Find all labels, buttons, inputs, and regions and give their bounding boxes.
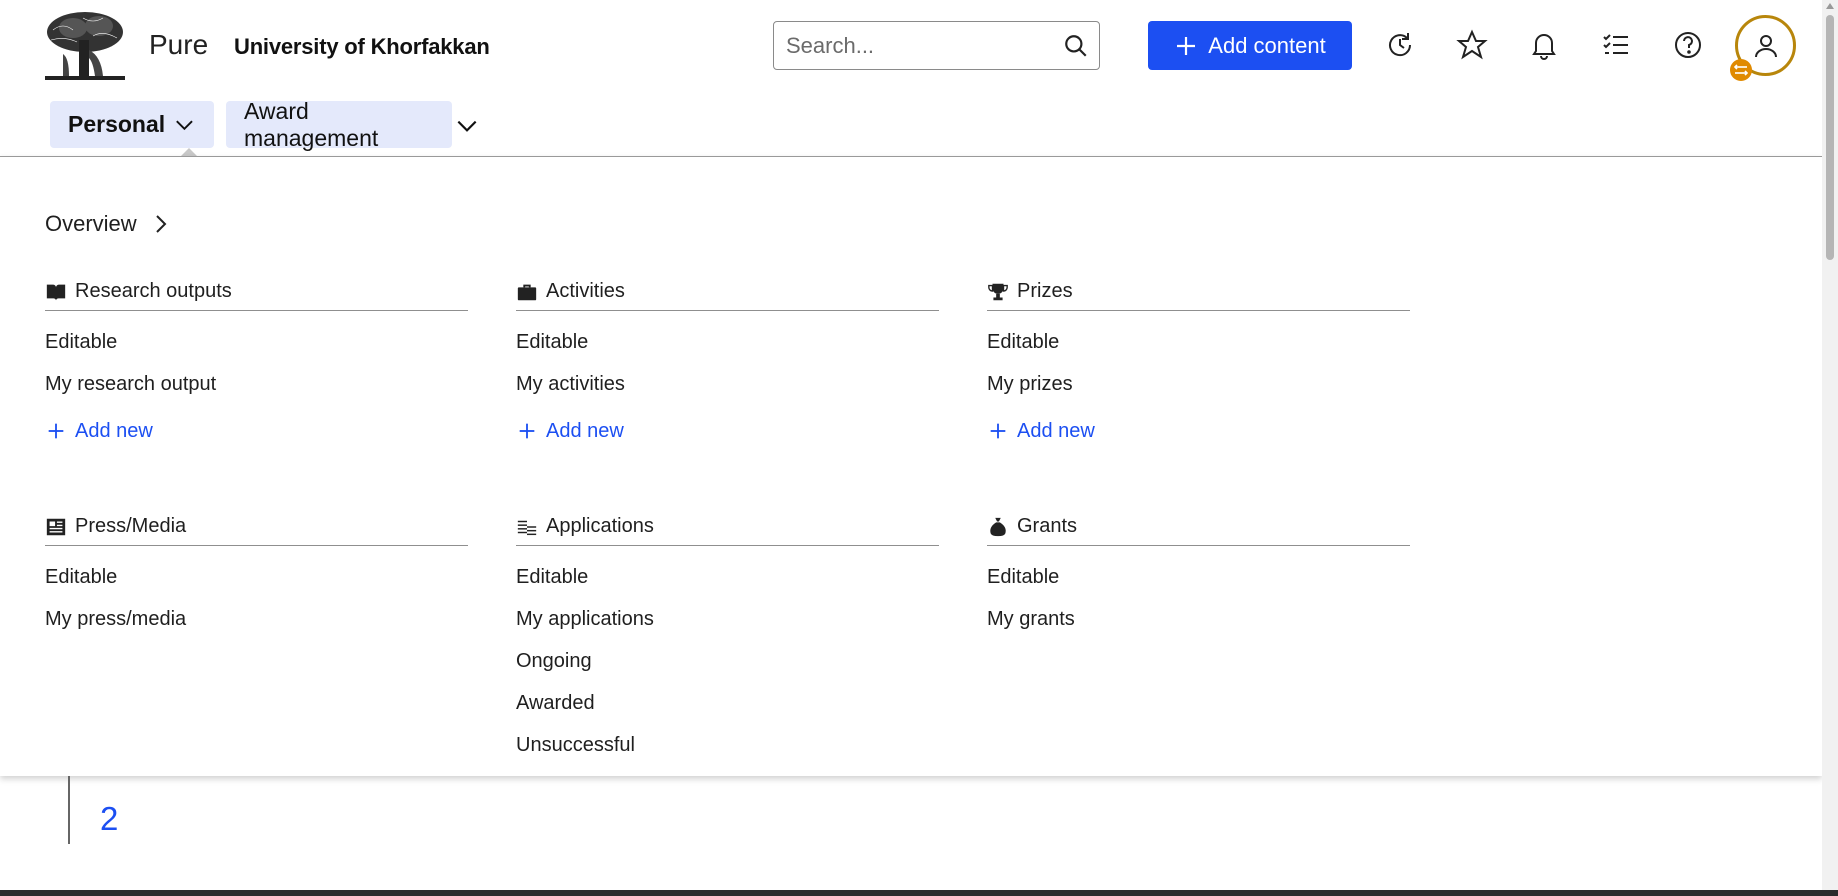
section-grants: Grants Editable My grants bbox=[987, 508, 1410, 640]
link-editable[interactable]: Editable bbox=[987, 556, 1410, 598]
nav-personal-tab[interactable]: Personal bbox=[50, 101, 214, 148]
link-editable[interactable]: Editable bbox=[516, 321, 939, 363]
dropdown-caret bbox=[181, 148, 197, 156]
link-awarded[interactable]: Awarded bbox=[516, 682, 939, 724]
link-unsuccessful[interactable]: Unsuccessful bbox=[516, 724, 939, 766]
add-new-research-output-button[interactable]: Add new bbox=[45, 411, 468, 451]
section-prizes: Prizes Editable My prizes Add new bbox=[987, 273, 1410, 451]
add-content-button[interactable]: Add content bbox=[1148, 21, 1352, 70]
section-header: Applications bbox=[516, 508, 939, 546]
link-editable[interactable]: Editable bbox=[516, 556, 939, 598]
vertical-scrollbar[interactable] bbox=[1822, 0, 1838, 890]
bell-icon[interactable] bbox=[1528, 29, 1560, 61]
section-header: Activities bbox=[516, 273, 939, 311]
help-icon[interactable] bbox=[1672, 29, 1704, 61]
section-research-outputs: Research outputs Editable My research ou… bbox=[45, 273, 468, 451]
section-header: Prizes bbox=[987, 273, 1410, 311]
add-new-activity-button[interactable]: Add new bbox=[516, 411, 939, 451]
link-my-grants[interactable]: My grants bbox=[987, 598, 1410, 640]
brand-name: Pure bbox=[149, 29, 209, 60]
money-bag-icon bbox=[990, 517, 1006, 536]
search-icon[interactable] bbox=[1063, 33, 1089, 59]
link-my-activities[interactable]: My activities bbox=[516, 363, 939, 405]
switch-role-icon[interactable] bbox=[1730, 59, 1752, 81]
scroll-up-arrow-icon[interactable] bbox=[1826, 3, 1834, 9]
briefcase-icon bbox=[517, 284, 537, 300]
section-applications: Applications Editable My applications On… bbox=[516, 508, 939, 766]
user-icon bbox=[1754, 34, 1777, 57]
link-editable[interactable]: Editable bbox=[45, 556, 468, 598]
star-icon[interactable] bbox=[1456, 29, 1488, 61]
link-my-press-media[interactable]: My press/media bbox=[45, 598, 468, 640]
scrollbar-thumb[interactable] bbox=[1826, 15, 1834, 260]
section-title: Research outputs bbox=[75, 280, 232, 302]
search-box[interactable] bbox=[773, 21, 1100, 70]
chevron-right-icon bbox=[155, 215, 167, 233]
personal-dropdown-menu: Overview Research outputs Editable My re… bbox=[0, 156, 1822, 776]
nav-personal-label: Personal bbox=[68, 111, 166, 137]
plus-icon bbox=[48, 423, 64, 439]
tasks-icon[interactable] bbox=[1600, 29, 1632, 61]
nav-award-management-tab[interactable]: Award management bbox=[226, 98, 452, 151]
book-icon bbox=[46, 284, 66, 300]
newspaper-icon bbox=[46, 518, 66, 535]
search-input[interactable] bbox=[786, 32, 1056, 60]
add-new-label: Add new bbox=[546, 419, 624, 442]
link-ongoing[interactable]: Ongoing bbox=[516, 640, 939, 682]
chevron-down-icon bbox=[176, 120, 193, 130]
content-divider bbox=[68, 776, 70, 844]
plus-icon bbox=[990, 423, 1006, 439]
overview-link[interactable]: Overview bbox=[45, 211, 173, 237]
section-title: Applications bbox=[546, 515, 654, 537]
add-new-label: Add new bbox=[75, 419, 153, 442]
section-activities: Activities Editable My activities Add ne… bbox=[516, 273, 939, 451]
add-new-prize-button[interactable]: Add new bbox=[987, 411, 1410, 451]
add-content-label: Add content bbox=[1208, 32, 1326, 58]
chevron-down-icon[interactable] bbox=[454, 113, 480, 139]
link-my-research-output[interactable]: My research output bbox=[45, 363, 468, 405]
overview-label: Overview bbox=[45, 211, 137, 236]
nav-award-label: Award management bbox=[244, 97, 379, 151]
coins-icon bbox=[517, 520, 537, 535]
section-title: Grants bbox=[1017, 515, 1078, 537]
link-my-applications[interactable]: My applications bbox=[516, 598, 939, 640]
link-editable[interactable]: Editable bbox=[987, 321, 1410, 363]
section-header: Press/Media bbox=[45, 508, 468, 546]
count-link[interactable]: 2 bbox=[100, 800, 118, 838]
section-title: Press/Media bbox=[75, 515, 187, 537]
link-editable[interactable]: Editable bbox=[45, 321, 468, 363]
organization-name: University of Khorfakkan bbox=[234, 34, 490, 59]
top-header: Pure University of Khorfakkan Add conten… bbox=[0, 0, 1822, 95]
section-title: Activities bbox=[546, 280, 625, 302]
section-header: Grants bbox=[987, 508, 1410, 546]
section-press-media: Press/Media Editable My press/media bbox=[45, 508, 468, 640]
section-header: Research outputs bbox=[45, 273, 468, 311]
section-title: Prizes bbox=[1017, 280, 1073, 302]
plus-icon bbox=[519, 423, 535, 439]
bottom-edge bbox=[0, 890, 1838, 896]
trophy-icon bbox=[988, 283, 1008, 300]
plus-icon bbox=[1177, 36, 1196, 55]
university-logo[interactable] bbox=[43, 10, 127, 84]
add-new-label: Add new bbox=[1017, 419, 1095, 442]
history-icon[interactable] bbox=[1384, 29, 1416, 61]
link-my-prizes[interactable]: My prizes bbox=[987, 363, 1410, 405]
